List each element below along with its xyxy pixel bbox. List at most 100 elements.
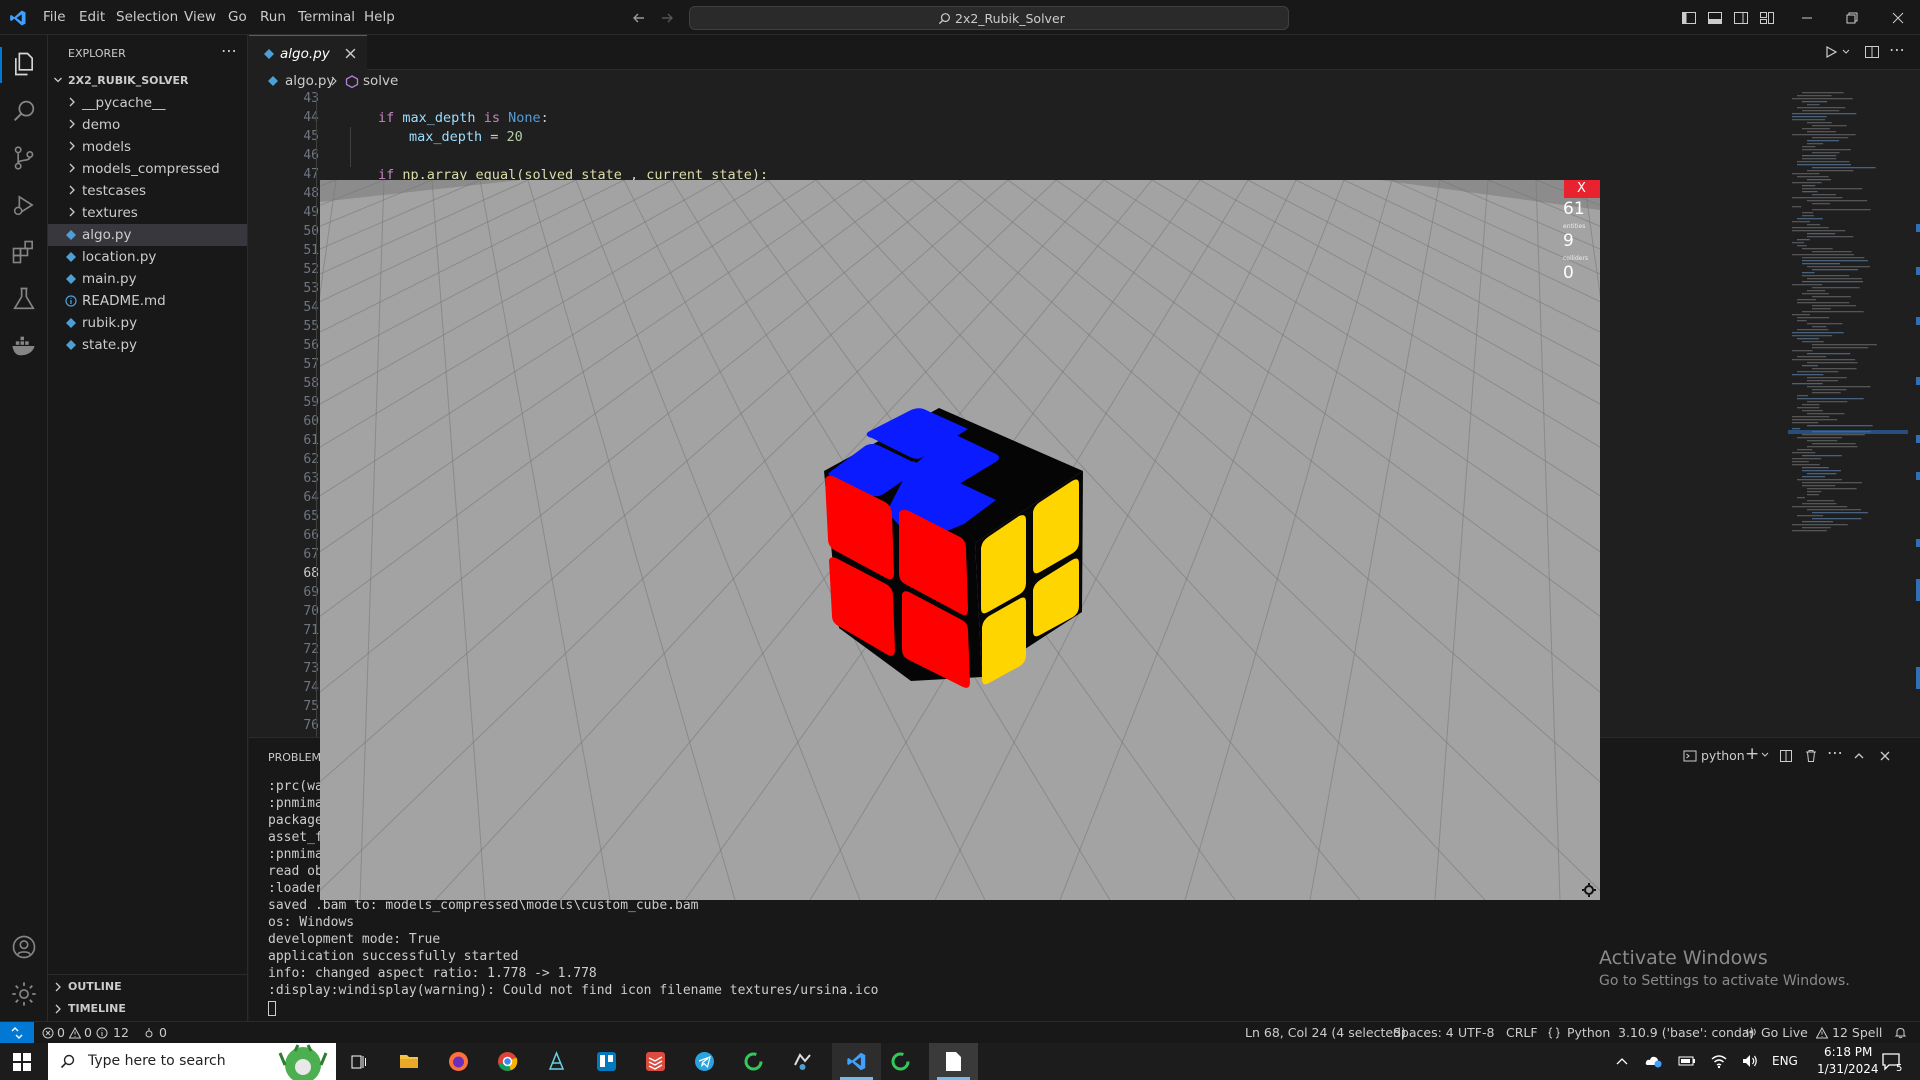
close-panel-icon[interactable] [1879,750,1891,762]
warning-count[interactable]: 0 [84,1025,92,1040]
todoist-icon[interactable] [645,1051,666,1072]
new-terminal-icon[interactable]: + [1745,744,1759,764]
file-algo-py[interactable]: algo.py [48,224,247,246]
breadcrumb-file[interactable]: algo.py [285,73,334,89]
explorer-icon[interactable] [10,50,38,78]
folder-pycache[interactable]: __pycache__ [48,92,247,114]
restore-icon[interactable] [1845,11,1859,25]
python-interpreter[interactable]: 3.10.9 ('base': conda) [1618,1025,1754,1040]
ports-count[interactable]: 0 [159,1025,167,1040]
menu-terminal[interactable]: Terminal [298,9,355,25]
timeline-section[interactable]: TIMELINE [48,997,247,1019]
chevron-down-icon[interactable] [1842,49,1850,55]
toggle-secondary-sidebar-icon[interactable] [1733,10,1749,26]
extensions-icon[interactable] [10,238,38,266]
account-icon[interactable] [10,933,38,961]
menu-go[interactable]: Go [228,9,247,25]
chrome-icon[interactable] [497,1051,518,1072]
windows-start-icon[interactable] [13,1053,31,1071]
tab-algo-py[interactable]: algo.py [249,35,367,70]
error-count[interactable]: 0 [57,1025,65,1040]
close-tab-icon[interactable] [345,48,356,59]
wifi-icon[interactable] [1710,1053,1728,1069]
notifications-bell-icon[interactable] [1894,1026,1907,1039]
arduino-app-icon[interactable] [546,1051,567,1072]
run-debug-icon[interactable] [10,191,38,219]
menu-run[interactable]: Run [260,9,286,25]
terminal-cursor[interactable] [268,1001,276,1016]
game-window[interactable] [320,180,1600,900]
clock-time[interactable]: 6:18 PM [1824,1045,1872,1059]
settings-gear-icon[interactable] [10,980,38,1008]
outline-section[interactable]: OUTLINE [48,975,247,997]
clock-date[interactable]: 1/31/2024 [1817,1062,1879,1076]
back-arrow-icon[interactable] [632,11,646,25]
game-close-button[interactable]: X [1564,180,1600,198]
encoding[interactable]: UTF-8 [1458,1025,1494,1040]
trello-icon[interactable] [596,1051,617,1072]
onedrive-icon[interactable] [1645,1053,1663,1069]
maximize-panel-icon[interactable] [1853,750,1865,762]
menu-edit[interactable]: Edit [79,9,105,25]
minimap[interactable] [1788,92,1908,737]
file-location-py[interactable]: location.py [48,246,247,268]
go-live-button[interactable]: Go Live [1761,1025,1808,1040]
folder-models[interactable]: models [48,136,247,158]
toggle-panel-icon[interactable] [1707,10,1723,26]
editor-more-icon[interactable]: ⋯ [1889,40,1905,59]
chevron-up-icon[interactable] [1616,1057,1628,1065]
file-readme[interactable]: README.md [48,290,247,312]
file-state-py[interactable]: state.py [48,334,247,356]
folder-demo[interactable]: demo [48,114,247,136]
spinner-app-icon[interactable] [743,1051,764,1072]
python-idle-icon[interactable] [792,1051,813,1072]
battery-icon[interactable] [1678,1055,1696,1067]
volume-icon[interactable] [1741,1053,1759,1069]
telegram-icon[interactable] [694,1051,715,1072]
more-actions-icon[interactable]: ⋯ [221,41,237,60]
menu-selection[interactable]: Selection [116,9,178,25]
game-viewport[interactable] [320,180,1600,900]
file-main-py[interactable]: main.py [48,268,247,290]
spell-check-count[interactable]: 12 Spell [1832,1025,1882,1040]
task-view-icon[interactable] [350,1053,368,1071]
run-python-icon[interactable] [1824,45,1838,59]
menu-file[interactable]: File [43,9,66,25]
toggle-sidebar-icon[interactable] [1681,10,1697,26]
docker-icon[interactable] [10,332,38,360]
menu-help[interactable]: Help [364,9,395,25]
editor-scrollbar[interactable] [1908,92,1920,737]
terminal-shell-name[interactable]: python [1701,748,1745,763]
testing-icon[interactable] [10,285,38,313]
file-rubik-py[interactable]: rubik.py [48,312,247,334]
split-terminal-icon[interactable] [1779,749,1793,763]
taskbar-game-window[interactable] [929,1043,978,1080]
chevron-down-icon[interactable] [1761,752,1769,758]
folder-models-compressed[interactable]: models_compressed [48,158,247,180]
trash-icon[interactable] [1804,749,1818,763]
indentation[interactable]: Spaces: 4 [1393,1025,1454,1040]
line-ending[interactable]: CRLF [1506,1025,1538,1040]
minimize-icon[interactable] [1800,11,1814,25]
split-editor-icon[interactable] [1864,44,1880,60]
folder-textures[interactable]: textures [48,202,247,224]
forward-arrow-icon[interactable] [660,11,674,25]
search-icon[interactable] [10,97,38,125]
menu-view[interactable]: View [184,9,216,25]
file-explorer-icon[interactable] [399,1052,419,1070]
folder-testcases[interactable]: testcases [48,180,247,202]
info-count[interactable]: 12 [113,1025,129,1040]
panel-more-icon[interactable]: ⋯ [1827,743,1843,762]
spinner-app-icon[interactable] [890,1051,911,1072]
remote-indicator[interactable] [0,1022,34,1043]
command-center-search[interactable]: 2x2_Rubik_Solver [689,6,1289,30]
input-language[interactable]: ENG [1772,1054,1798,1068]
customize-layout-icon[interactable] [1759,10,1775,26]
taskbar-vscode[interactable] [832,1043,881,1080]
language-mode[interactable]: Python [1567,1025,1610,1040]
taskbar-search-box[interactable]: Type here to search [48,1043,336,1080]
project-root[interactable]: 2X2_RUBIK_SOLVER [48,70,247,92]
breadcrumb-symbol[interactable]: solve [363,73,398,89]
firefox-icon[interactable] [448,1051,469,1072]
source-control-icon[interactable] [10,144,38,172]
